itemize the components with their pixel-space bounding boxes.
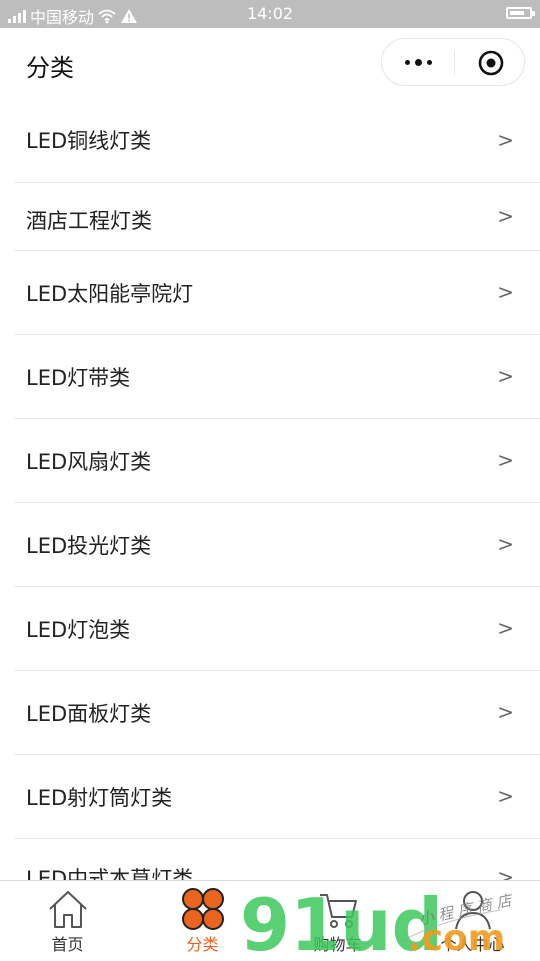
- person-icon: [454, 891, 491, 930]
- tab-label: 购物车: [313, 935, 362, 954]
- category-list: LED铜线灯类 > 酒店工程灯类 > LED太阳能亭院灯 > LED灯带类 > …: [0, 102, 540, 880]
- tab-cart[interactable]: 购物车: [270, 881, 405, 961]
- list-item[interactable]: 酒店工程灯类 >: [14, 183, 540, 251]
- list-item-label: LED铜线灯类: [26, 129, 152, 153]
- list-item[interactable]: LED灯带类 >: [14, 335, 540, 419]
- chevron-right-icon: >: [497, 784, 514, 808]
- list-item-label: LED灯带类: [26, 366, 131, 390]
- list-item[interactable]: LED中式本草灯类 >: [14, 839, 540, 880]
- list-item[interactable]: LED灯泡类 >: [14, 587, 540, 671]
- chevron-right-icon: >: [497, 280, 514, 304]
- status-time: 14:02: [246, 4, 294, 23]
- chevron-right-icon: >: [497, 616, 514, 640]
- list-item-label: 酒店工程灯类: [26, 209, 152, 233]
- home-icon: [48, 891, 87, 928]
- chevron-right-icon: >: [497, 448, 514, 472]
- battery-icon: [506, 7, 535, 19]
- mini-program-capsule: [381, 38, 525, 86]
- list-item[interactable]: LED投光灯类 >: [14, 503, 540, 587]
- capsule-divider: [454, 51, 455, 75]
- more-dots-icon[interactable]: [382, 39, 454, 85]
- category-clover-icon: [181, 888, 224, 930]
- tab-label: 首页: [51, 935, 84, 954]
- nav-bar: 分类: [0, 28, 540, 102]
- list-item[interactable]: LED面板灯类 >: [14, 671, 540, 755]
- close-target-icon[interactable]: [478, 50, 504, 76]
- list-item-label: LED风扇灯类: [26, 450, 152, 474]
- list-item-label: LED中式本草灯类: [26, 867, 194, 880]
- list-item[interactable]: LED太阳能亭院灯 >: [14, 251, 540, 335]
- chevron-right-icon: >: [497, 204, 514, 228]
- list-item[interactable]: LED铜线灯类 >: [14, 102, 540, 183]
- chevron-right-icon: >: [497, 532, 514, 556]
- cart-icon: [319, 894, 357, 928]
- status-bar: 中国移动 14:02: [0, 0, 540, 28]
- list-item-label: LED灯泡类: [26, 618, 131, 642]
- list-item[interactable]: LED射灯筒灯类 >: [14, 755, 540, 839]
- list-item-label: LED面板灯类: [26, 702, 152, 726]
- chevron-right-icon: >: [497, 865, 514, 880]
- chevron-right-icon: >: [497, 128, 514, 152]
- list-item[interactable]: LED风扇灯类 >: [14, 419, 540, 503]
- chevron-right-icon: >: [497, 364, 514, 388]
- tab-profile[interactable]: 个人中心: [405, 881, 540, 961]
- tab-home[interactable]: 首页: [0, 881, 135, 961]
- tab-bar: 首页 分类 购物车 个人中心: [0, 880, 540, 960]
- tab-label: 个人中心: [440, 935, 505, 954]
- tab-category[interactable]: 分类: [135, 881, 270, 961]
- chevron-right-icon: >: [497, 700, 514, 724]
- list-item-label: LED太阳能亭院灯: [26, 282, 194, 306]
- page-title: 分类: [26, 54, 74, 82]
- tab-label: 分类: [186, 935, 219, 954]
- list-item-label: LED投光灯类: [26, 534, 152, 558]
- list-item-label: LED射灯筒灯类: [26, 786, 173, 810]
